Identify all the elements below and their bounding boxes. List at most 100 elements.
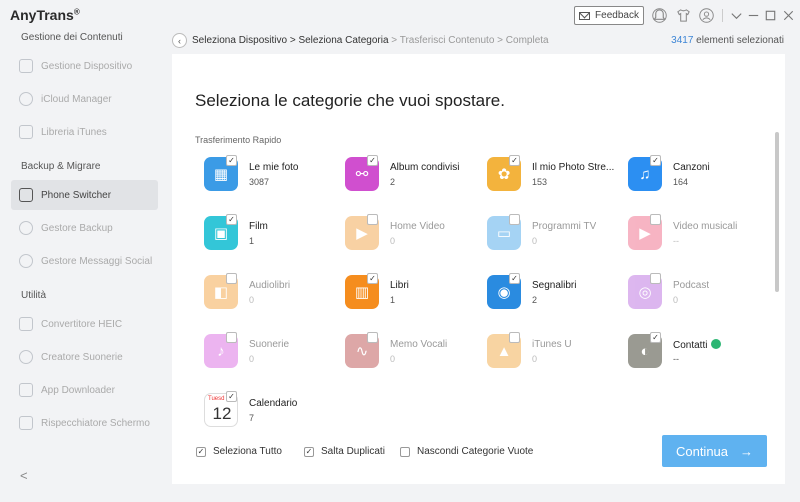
category-count: 1 <box>390 295 396 305</box>
category-name: Suonerie <box>249 339 290 350</box>
category-checkbox[interactable] <box>509 214 520 225</box>
sync-icon <box>711 339 722 349</box>
category-name: Libri <box>390 280 409 291</box>
chat-icon <box>19 254 33 268</box>
category-suonerie[interactable]: ♪ Suonerie 0 <box>204 332 344 374</box>
feedback-button[interactable]: Feedback <box>574 6 644 25</box>
category-name: Memo Vocali <box>390 339 448 350</box>
sidebar-item-rispecchiatore-schermo[interactable]: Rispecchiatore Schermo <box>11 408 158 438</box>
sidebar-item-creatore-suonerie[interactable]: Creatore Suonerie <box>11 342 158 372</box>
category-count: 0 <box>673 295 679 305</box>
category-canzoni[interactable]: ♫ ✓ Canzoni 164 <box>628 155 768 197</box>
category-checkbox[interactable]: ✓ <box>226 155 237 166</box>
category-name: Le mie foto <box>249 162 299 173</box>
breadcrumb-pending-steps: > Trasferisci Contenuto > Completa <box>388 35 549 46</box>
sidebar-item-app-downloader[interactable]: App Downloader <box>11 375 158 405</box>
screen-mirror-icon <box>19 416 33 430</box>
checkbox[interactable] <box>400 446 410 457</box>
category-calendario[interactable]: 12 Tuesd ✓ Calendario 7 <box>204 391 344 433</box>
chevron-down-icon[interactable] <box>729 8 744 23</box>
sidebar-section-title: Backup & Migrare <box>21 161 101 172</box>
selected-count: 3417 elementi selezionati <box>671 35 784 46</box>
user-icon[interactable] <box>699 8 714 23</box>
back-button[interactable]: ‹ <box>172 33 187 48</box>
cloud-icon <box>19 92 33 106</box>
category-album-condivisi[interactable]: ⚯ ✓ Album condivisi 2 <box>345 155 485 197</box>
category-itunes-u[interactable]: ▲ iTunes U0 <box>487 332 627 374</box>
skip-duplicates-checkbox[interactable]: ✓ Salta Duplicati <box>304 446 385 457</box>
hide-empty-categories-checkbox[interactable]: Nascondi Categorie Vuote <box>400 446 533 457</box>
category-le-mie-foto[interactable]: ▦ ✓ Le mie foto 3087 <box>204 155 344 197</box>
category-il-mio-photo-stre[interactable]: ✿ ✓ Il mio Photo Stre... 153 <box>487 155 627 197</box>
category-video-musicali[interactable]: ▶ Video musicali -- <box>628 214 768 256</box>
sidebar-section-title: Utilità <box>21 290 47 301</box>
breadcrumb-steps: Seleziona Dispositivo > Seleziona Catego… <box>192 35 549 46</box>
category-checkbox[interactable]: ✓ <box>367 155 378 166</box>
category-film[interactable]: ▣ ✓ Film 1 <box>204 214 344 256</box>
close-icon[interactable] <box>781 8 796 23</box>
sidebar-item-icloud-manager[interactable]: iCloud Manager <box>11 84 158 114</box>
category-name: Programmi TV <box>532 221 597 232</box>
category-checkbox[interactable] <box>650 214 661 225</box>
category-memo-vocali[interactable]: ∿ Memo Vocali 0 <box>345 332 485 374</box>
category-count: 0 <box>532 236 538 246</box>
category-checkbox[interactable]: ✓ <box>650 155 661 166</box>
sidebar-item-gestione-dispositivo[interactable]: Gestione Dispositivo <box>11 51 158 81</box>
category-podcast[interactable]: ◎ Podcast 0 <box>628 273 768 315</box>
category-count: 2 <box>390 177 396 187</box>
heic-icon <box>19 317 33 331</box>
category-count: -- <box>673 354 679 364</box>
category-checkbox[interactable]: ✓ <box>226 214 237 225</box>
category-home-video[interactable]: ▶ Home Video 0 <box>345 214 485 256</box>
category-checkbox[interactable]: ✓ <box>226 391 237 402</box>
tshirt-icon[interactable] <box>676 8 691 23</box>
bell-icon <box>19 350 33 364</box>
category-checkbox[interactable]: ✓ <box>650 332 661 343</box>
checkbox[interactable]: ✓ <box>304 446 314 457</box>
category-contatti[interactable]: ◐ ✓ Contatti -- <box>628 332 768 374</box>
category-count: 3087 <box>249 177 270 187</box>
sidebar-item-phone-switcher[interactable]: Phone Switcher <box>11 180 158 210</box>
category-segnalibri[interactable]: ◉ ✓ Segnalibri 2 <box>487 273 627 315</box>
scrollbar[interactable] <box>775 132 779 292</box>
sidebar-section-title: Gestione dei Contenuti <box>21 32 123 43</box>
category-name: Film <box>249 221 268 232</box>
minimize-icon[interactable] <box>746 8 761 23</box>
sidebar-item-convertitore-heic[interactable]: Convertitore HEIC <box>11 309 158 339</box>
category-checkbox[interactable] <box>367 332 378 343</box>
page-title: Seleziona le categorie che vuoi spostare… <box>195 91 505 110</box>
maximize-icon[interactable] <box>763 8 778 23</box>
category-name: Segnalibri <box>532 280 577 291</box>
category-count: 7 <box>249 413 255 423</box>
category-count: 1 <box>249 236 255 246</box>
category-count: -- <box>673 236 679 246</box>
category-checkbox[interactable] <box>226 273 237 284</box>
category-checkbox[interactable] <box>509 332 520 343</box>
sidebar-item-gestore-backup[interactable]: Gestore Backup <box>11 213 158 243</box>
sidebar-collapse-button[interactable]: < <box>20 468 28 483</box>
category-audiolibri[interactable]: ◧ Audiolibri 0 <box>204 273 344 315</box>
backup-icon <box>19 221 33 235</box>
sidebar-item-gestore-messaggi-social[interactable]: Gestore Messaggi Social <box>11 246 158 276</box>
main-panel: Seleziona le categorie che vuoi spostare… <box>172 54 785 484</box>
category-name: Calendario <box>249 398 298 409</box>
category-checkbox[interactable]: ✓ <box>509 155 520 166</box>
category-name: Podcast <box>673 280 710 291</box>
category-name: Audiolibri <box>249 280 291 291</box>
bell-icon[interactable] <box>652 8 667 23</box>
continue-button[interactable]: Continua → <box>662 435 767 467</box>
select-all-checkbox[interactable]: ✓ Seleziona Tutto <box>196 446 282 457</box>
category-programmi-tv[interactable]: ▭ Programmi TV 0 <box>487 214 627 256</box>
category-checkbox[interactable] <box>650 273 661 284</box>
category-checkbox[interactable] <box>226 332 237 343</box>
category-checkbox[interactable]: ✓ <box>367 273 378 284</box>
sidebar-item-libreria-itunes[interactable]: Libreria iTunes <box>11 117 158 147</box>
category-checkbox[interactable]: ✓ <box>509 273 520 284</box>
category-count: 0 <box>249 295 255 305</box>
category-libri[interactable]: ▥ ✓ Libri 1 <box>345 273 485 315</box>
category-checkbox[interactable] <box>367 214 378 225</box>
category-count: 0 <box>390 354 396 364</box>
checkbox[interactable]: ✓ <box>196 446 206 457</box>
category-name: Home Video <box>390 221 445 232</box>
category-name: Il mio Photo Stre... <box>532 162 615 173</box>
